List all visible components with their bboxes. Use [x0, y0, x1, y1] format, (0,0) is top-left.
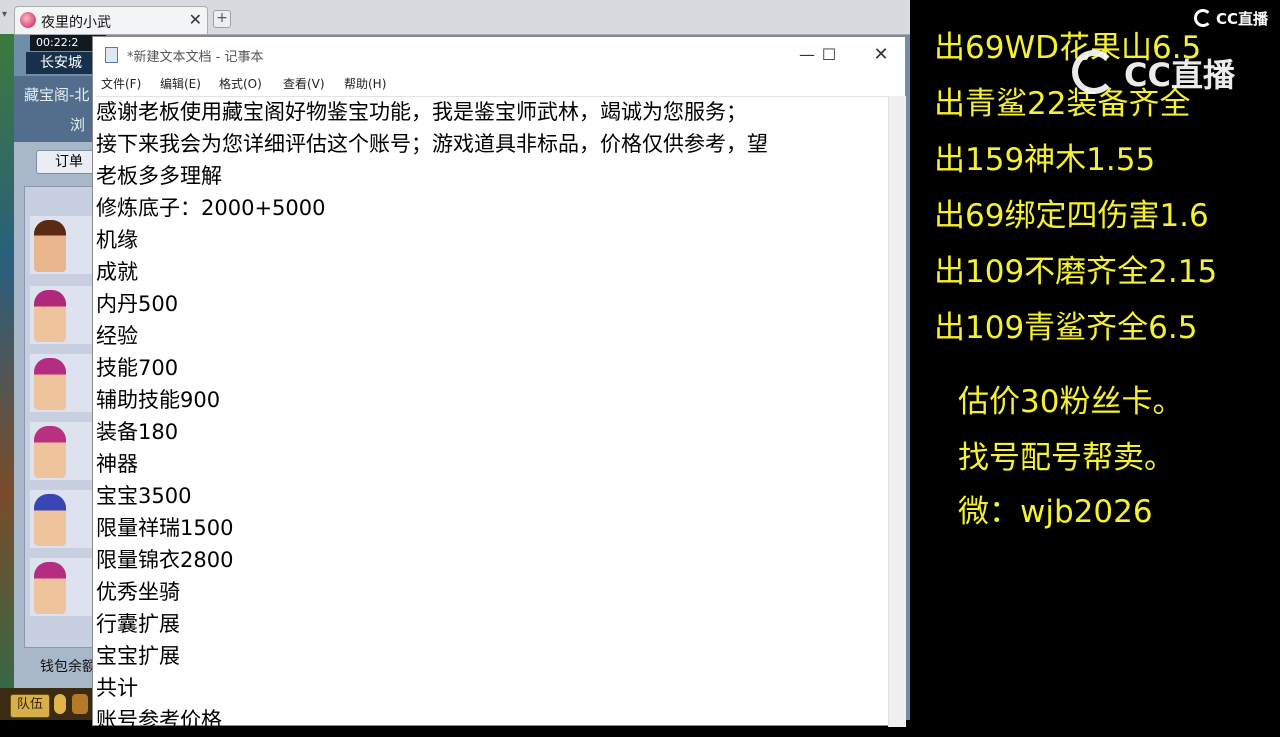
text-line: 神器 [96, 452, 138, 476]
text-line: 机缘 [96, 228, 138, 252]
cc-watermark-icon [1072, 50, 1116, 94]
tab-title: 夜里的小武 [41, 15, 111, 31]
cc-live-watermark: CC直播 [1072, 48, 1242, 94]
text-line: 内丹500 [96, 292, 179, 316]
notepad-menubar: 文件(F) 编辑(E) 格式(O) 查看(V) 帮助(H) [93, 73, 905, 95]
browser-tab-bar: ▾ 夜里的小武 ✕ + [0, 0, 910, 35]
notepad-text-area[interactable]: 感谢老板使用藏宝阁好物鉴宝功能，我是鉴宝师武林，竭诚为您服务； 接下来我会为您详… [96, 96, 888, 737]
text-line: 限量祥瑞1500 [96, 516, 234, 540]
character-avatar [34, 426, 66, 478]
notepad-titlebar[interactable]: *新建文本文档 - 记事本 — ☐ ✕ [93, 37, 905, 73]
text-line: 接下来我会为您详细评估这个账号；游戏道具非标品，价格仅供参考，望 [96, 132, 768, 156]
sale-item: 出69绑定四伤害1.6 [934, 198, 1209, 234]
sale-item: 出109不磨齐全2.15 [934, 254, 1218, 290]
sale-item: 出159神木1.55 [934, 142, 1156, 178]
text-line: 经验 [96, 324, 138, 348]
menu-help[interactable]: 帮助(H) [344, 75, 386, 92]
maximize-button[interactable]: ☐ [809, 43, 849, 67]
stream-overlay: 出69WD花果山6.5 出青鲨22装备齐全 出159神木1.55 出69绑定四伤… [910, 0, 1280, 720]
text-line: 成就 [96, 260, 138, 284]
panel-header: 藏宝阁-北 浏 [14, 76, 104, 142]
info-line: 微：wjb2026 [958, 494, 1153, 530]
team-button[interactable]: 队伍 [10, 694, 50, 718]
new-tab-button[interactable]: + [213, 10, 231, 28]
cc-logo-text: CC直播 [1216, 10, 1269, 28]
order-button[interactable]: 订单 [36, 150, 96, 174]
cc-logo-icon [1194, 9, 1212, 27]
text-line: 宝宝扩展 [96, 644, 180, 668]
info-line: 找号配号帮卖。 [958, 440, 1175, 476]
text-line: 宝宝3500 [96, 484, 192, 508]
menu-view[interactable]: 查看(V) [283, 75, 325, 92]
text-line: 装备180 [96, 420, 179, 444]
panel-title: 藏宝阁-北 [24, 86, 90, 104]
character-avatar [34, 220, 66, 272]
microphone-icon[interactable] [54, 694, 66, 714]
character-avatar [34, 290, 66, 342]
vertical-scrollbar[interactable] [888, 96, 906, 727]
tab-favicon-icon [20, 12, 36, 28]
text-line: 老板多多理解 [96, 164, 222, 188]
tab-scroll-icon[interactable]: ▾ [2, 9, 12, 23]
text-line: 辅助技能900 [96, 388, 221, 412]
text-line: 感谢老板使用藏宝阁好物鉴宝功能，我是鉴宝师武林，竭诚为您服务； [96, 100, 747, 124]
notepad-title: *新建文本文档 - 记事本 [127, 50, 264, 65]
browser-tab[interactable]: 夜里的小武 ✕ [14, 6, 208, 34]
character-avatar [34, 494, 66, 546]
text-line: 行囊扩展 [96, 612, 180, 636]
notepad-window: *新建文本文档 - 记事本 — ☐ ✕ 文件(F) 编辑(E) 格式(O) 查看… [92, 36, 906, 732]
cc-watermark-text: CC直播 [1124, 56, 1235, 94]
text-line: 修炼底子：2000+5000 [96, 196, 326, 220]
game-map-edge [0, 34, 14, 720]
text-line: 优秀坐骑 [96, 580, 180, 604]
info-line: 估价30粉丝卡。 [958, 384, 1184, 420]
menu-edit[interactable]: 编辑(E) [160, 75, 201, 92]
text-line: 技能700 [96, 356, 179, 380]
text-line: 限量锦衣2800 [96, 548, 234, 572]
panel-browse-tab[interactable]: 浏 [70, 114, 85, 135]
character-avatar [34, 562, 66, 614]
character-avatar [34, 358, 66, 410]
tab-close-icon[interactable]: ✕ [189, 10, 202, 29]
menu-format[interactable]: 格式(O) [219, 75, 262, 92]
wallet-label: 钱包余额 [40, 659, 96, 675]
menu-file[interactable]: 文件(F) [101, 75, 141, 92]
action-icon[interactable] [72, 694, 88, 714]
close-button[interactable]: ✕ [861, 43, 901, 67]
notepad-icon [105, 47, 118, 63]
text-line: 共计 [96, 676, 138, 700]
sale-item: 出109青鲨齐全6.5 [934, 310, 1198, 346]
text-line: 账号参考价格 [96, 708, 222, 732]
